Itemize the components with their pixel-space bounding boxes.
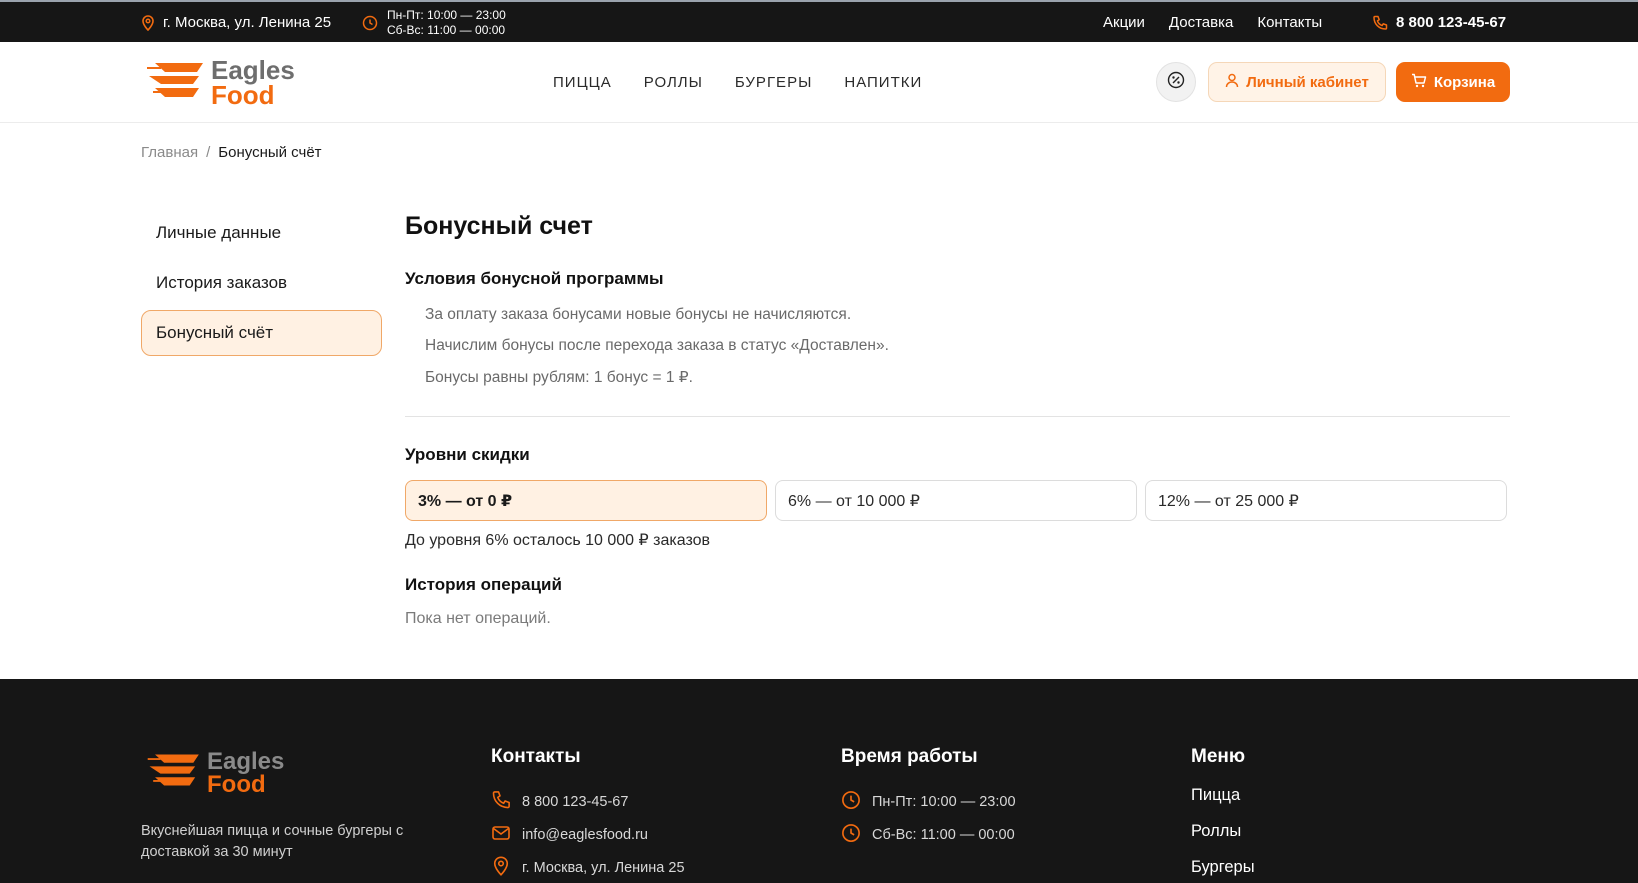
footer: Eagles Food Вкуснейшая пицца и сочные бу… xyxy=(0,679,1638,883)
footer-hours: Время работы Пн-Пт: 10:00 — 23:00 Сб-Вс:… xyxy=(841,746,1016,851)
personal-account-label: Личный кабинет xyxy=(1246,73,1369,91)
footer-hours-weekend-text: Сб-Вс: 11:00 — 00:00 xyxy=(872,826,1015,843)
divider xyxy=(405,416,1510,417)
nav-rolls[interactable]: РОЛЛЫ xyxy=(644,74,703,91)
footer-logo-text-food: Food xyxy=(207,770,266,798)
bonus-content: Бонусный счет Условия бонусной программы… xyxy=(405,212,1510,627)
topbar-hours-weekend: Сб-Вс: 11:00 — 00:00 xyxy=(387,23,506,37)
footer-address-text: г. Москва, ул. Ленина 25 xyxy=(522,859,685,876)
footer-menu: Меню Пицца Роллы Бургеры xyxy=(1191,746,1255,883)
level-card-12: 12% — от 25 000 ₽ xyxy=(1145,480,1507,521)
condition-item: Начислим бонусы после перехода заказа в … xyxy=(425,337,889,354)
level-card-6: 6% — от 10 000 ₽ xyxy=(775,480,1137,521)
footer-menu-burgers[interactable]: Бургеры xyxy=(1191,857,1255,883)
conditions-list: За оплату заказа бонусами новые бонусы н… xyxy=(425,306,889,399)
cart-label: Корзина xyxy=(1433,73,1496,91)
levels-title: Уровни скидки xyxy=(405,445,530,464)
level-card-3: 3% — от 0 ₽ xyxy=(405,480,767,521)
topbar-address: г. Москва, ул. Ленина 25 xyxy=(141,14,331,31)
condition-item: Бонусы равны рублям: 1 бонус = 1 ₽. xyxy=(425,369,693,386)
location-icon xyxy=(491,855,511,880)
footer-hours-weekdays: Пн-Пт: 10:00 — 23:00 xyxy=(841,785,1016,818)
logo-text-eagles: Eagles xyxy=(211,54,295,85)
sidebar-item-personal-data[interactable]: Личные данные xyxy=(141,210,382,256)
cart-button[interactable]: Корзина xyxy=(1396,62,1510,102)
footer-phone-text: 8 800 123-45-67 xyxy=(522,793,629,810)
topbar-phone[interactable]: 8 800 123-45-67 xyxy=(1372,14,1506,31)
footer-description: Вкуснейшая пицца и сочные бургеры с дост… xyxy=(141,823,404,860)
location-icon xyxy=(141,14,155,31)
conditions-title: Условия бонусной программы xyxy=(405,269,664,288)
phone-icon xyxy=(491,790,511,814)
topbar-link-promos[interactable]: Акции xyxy=(1103,14,1145,31)
footer-contacts: Контакты 8 800 123-45-67 info@eaglesfood… xyxy=(491,746,685,883)
topbar-hours-weekdays: Пн-Пт: 10:00 — 23:00 xyxy=(387,8,506,22)
footer-menu-pizza[interactable]: Пицца xyxy=(1191,785,1255,821)
mail-icon xyxy=(491,823,511,847)
breadcrumb-current: Бонусный счёт xyxy=(218,144,322,161)
history-title: История операций xyxy=(405,575,562,594)
top-bar: г. Москва, ул. Ленина 25 Пн-Пт: 10:00 — … xyxy=(0,0,1638,42)
sidebar-item-bonus-account[interactable]: Бонусный счёт xyxy=(141,310,382,356)
logo-icon xyxy=(147,57,209,108)
footer-menu-rolls[interactable]: Роллы xyxy=(1191,821,1255,857)
topbar-address-text: г. Москва, ул. Ленина 25 xyxy=(163,14,332,31)
topbar-link-delivery[interactable]: Доставка xyxy=(1169,14,1233,31)
logo-icon xyxy=(147,749,205,796)
logo[interactable]: Eagles Food xyxy=(147,57,295,108)
main-nav: ПИЦЦА РОЛЛЫ БУРГЕРЫ НАПИТКИ xyxy=(553,74,922,91)
footer-address: г. Москва, ул. Ленина 25 xyxy=(491,851,685,883)
topbar-nav: Акции Доставка Контакты xyxy=(1103,14,1322,31)
nav-pizza[interactable]: ПИЦЦА xyxy=(553,74,612,91)
promo-button[interactable] xyxy=(1156,62,1196,102)
breadcrumb-home[interactable]: Главная xyxy=(141,144,198,161)
phone-icon xyxy=(1372,15,1388,31)
footer-phone[interactable]: 8 800 123-45-67 xyxy=(491,785,685,818)
clock-icon xyxy=(362,15,378,31)
footer-email[interactable]: info@eaglesfood.ru xyxy=(491,818,685,851)
personal-account-button[interactable]: Личный кабинет xyxy=(1208,62,1386,102)
footer-menu-title: Меню xyxy=(1191,746,1246,767)
footer-hours-weekend: Сб-Вс: 11:00 — 00:00 xyxy=(841,818,1016,851)
breadcrumb-separator: / xyxy=(206,144,211,161)
clock-icon xyxy=(841,790,861,814)
header: Eagles Food ПИЦЦА РОЛЛЫ БУРГЕРЫ НАПИТКИ … xyxy=(0,42,1638,123)
footer-email-text: info@eaglesfood.ru xyxy=(522,826,648,843)
footer-logo-text-eagles: Eagles xyxy=(207,747,285,775)
footer-contacts-title: Контакты xyxy=(491,746,581,767)
footer-hours-weekdays-text: Пн-Пт: 10:00 — 23:00 xyxy=(872,793,1016,810)
topbar-hours: Пн-Пт: 10:00 — 23:00 Сб-Вс: 11:00 — 00:0… xyxy=(362,8,506,38)
footer-logo[interactable]: Eagles Food xyxy=(147,749,284,796)
breadcrumb: Главная / Бонусный счёт xyxy=(141,144,322,161)
user-icon xyxy=(1225,73,1239,92)
clock-icon xyxy=(841,823,861,847)
sidebar-item-order-history[interactable]: История заказов xyxy=(141,260,382,306)
level-progress-note: До уровня 6% осталось 10 000 ₽ заказов xyxy=(405,532,710,549)
discount-levels: 3% — от 0 ₽ 6% — от 10 000 ₽ 12% — от 25… xyxy=(405,480,1507,521)
percent-icon xyxy=(1167,71,1185,94)
topbar-link-contacts[interactable]: Контакты xyxy=(1257,14,1322,31)
condition-item: За оплату заказа бонусами новые бонусы н… xyxy=(425,306,852,323)
footer-hours-title: Время работы xyxy=(841,746,978,767)
nav-drinks[interactable]: НАПИТКИ xyxy=(844,74,922,91)
account-sidebar: Личные данные История заказов Бонусный с… xyxy=(141,210,382,360)
topbar-phone-text: 8 800 123-45-67 xyxy=(1396,14,1507,31)
logo-text-food: Food xyxy=(211,79,275,110)
page-title: Бонусный счет xyxy=(405,212,593,240)
history-empty-text: Пока нет операций. xyxy=(405,610,551,627)
cart-icon xyxy=(1411,73,1427,92)
nav-burgers[interactable]: БУРГЕРЫ xyxy=(735,74,812,91)
